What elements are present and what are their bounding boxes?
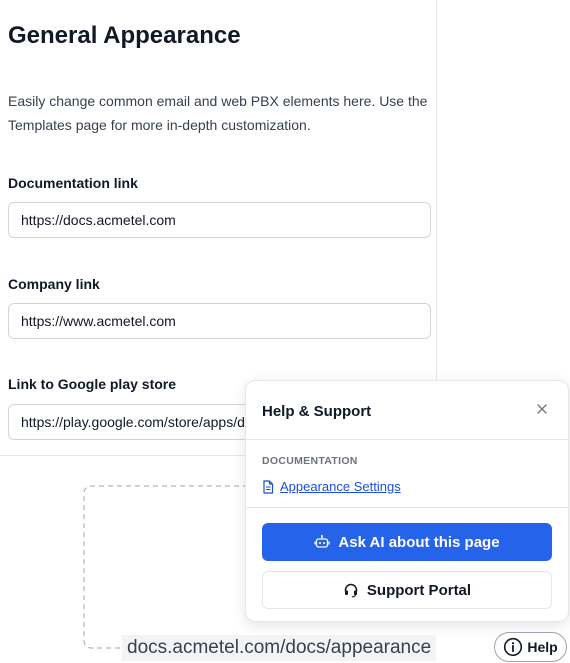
page-root: General Appearance Easily change common …: [0, 0, 570, 663]
documentation-url-label: docs.acmetel.com/docs/appearance: [122, 635, 437, 661]
headset-icon: [343, 582, 359, 598]
page-description: Easily change common email and web PBX e…: [8, 93, 428, 133]
ask-ai-button[interactable]: Ask AI about this page: [262, 523, 552, 561]
documentation-section-label: DOCUMENTATION: [262, 455, 358, 467]
help-button[interactable]: Help: [494, 632, 567, 662]
help-panel-title: Help & Support: [262, 403, 372, 420]
page-title: General Appearance: [8, 22, 241, 49]
document-icon: [262, 479, 274, 494]
company-link-input[interactable]: [8, 303, 431, 339]
ask-ai-button-label: Ask AI about this page: [338, 533, 500, 551]
support-portal-button[interactable]: Support Portal: [262, 571, 552, 609]
close-icon[interactable]: [534, 401, 550, 417]
info-icon: [503, 637, 523, 657]
google-play-link-label: Link to Google play store: [8, 376, 177, 392]
help-button-label: Help: [527, 639, 558, 655]
robot-icon: [314, 534, 331, 550]
help-support-panel: Help & Support DOCUMENTATION Appearance …: [245, 380, 569, 622]
documentation-link-label: Documentation link: [8, 175, 138, 191]
panel-divider: [246, 507, 568, 508]
panel-divider: [246, 439, 568, 440]
appearance-settings-link[interactable]: Appearance Settings: [262, 479, 401, 494]
company-link-label: Company link: [8, 276, 100, 292]
support-portal-button-label: Support Portal: [366, 581, 472, 599]
documentation-link-input[interactable]: [8, 202, 431, 238]
appearance-settings-link-label: Appearance Settings: [280, 479, 401, 494]
